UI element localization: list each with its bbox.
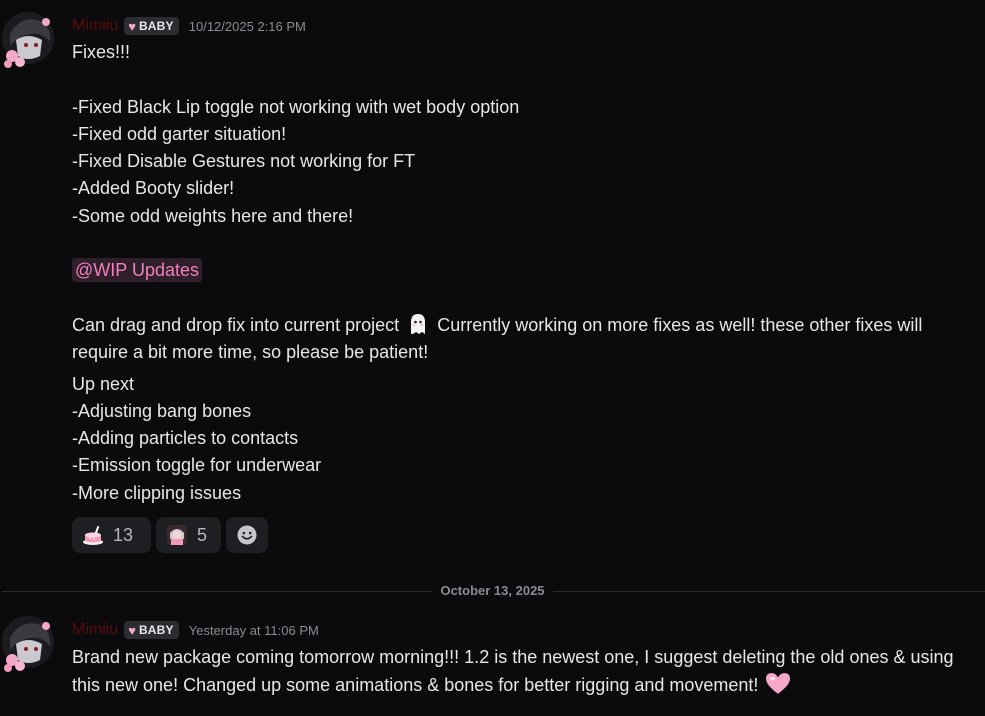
pink-heart-emoji-icon bbox=[766, 673, 791, 695]
cake-emoji-icon bbox=[83, 525, 103, 545]
avatar-image bbox=[2, 616, 54, 672]
timestamp[interactable]: 10/12/2025 2:16 PM bbox=[189, 19, 306, 34]
add-reaction-button[interactable] bbox=[226, 517, 268, 553]
message-line: -Emission toggle for underwear bbox=[72, 455, 322, 476]
message-header: Mimiiu ♥ BABY Yesterday at 11:06 PM bbox=[72, 619, 319, 641]
message-line: -Fixed odd garter situation! bbox=[72, 123, 287, 144]
character-emoji-icon bbox=[167, 525, 187, 545]
heart-icon: ♥ bbox=[128, 622, 136, 638]
message-line bbox=[72, 285, 982, 312]
message-line: @WIP Updates bbox=[72, 257, 982, 284]
role-badge[interactable]: ♥ BABY bbox=[124, 17, 179, 35]
reaction-cake[interactable]: 13 bbox=[72, 517, 151, 553]
message-line bbox=[72, 66, 982, 93]
message-line: -Added Booty slider! bbox=[72, 178, 235, 199]
role-badge[interactable]: ♥ BABY bbox=[124, 621, 179, 639]
avatar-image bbox=[2, 12, 54, 68]
message-text: Brand new package coming tomorrow mornin… bbox=[72, 647, 954, 696]
avatar[interactable] bbox=[2, 12, 54, 68]
smiley-icon bbox=[237, 525, 257, 545]
message-line: Up next bbox=[72, 373, 135, 394]
message-content: Brand new package coming tomorrow mornin… bbox=[72, 644, 972, 700]
message-paragraph: Can drag and drop fix into current proje… bbox=[72, 312, 980, 367]
avatar[interactable] bbox=[2, 616, 54, 672]
message-header: Mimiiu ♥ BABY 10/12/2025 2:16 PM bbox=[72, 15, 306, 37]
message-line: -Fixed Black Lip toggle not working with… bbox=[72, 96, 520, 117]
heart-icon: ♥ bbox=[128, 18, 136, 34]
message-content: Fixes!!! -Fixed Black Lip toggle not wor… bbox=[72, 39, 982, 507]
message-line bbox=[72, 230, 982, 257]
reactions-bar: 13 5 bbox=[72, 517, 268, 553]
message-line: -Fixed Disable Gestures not working for … bbox=[72, 151, 416, 172]
username[interactable]: Mimiiu bbox=[72, 17, 118, 35]
paragraph-text: Can drag and drop fix into current proje… bbox=[72, 314, 400, 335]
message-line: -More clipping issues bbox=[72, 482, 242, 503]
role-mention[interactable]: @WIP Updates bbox=[72, 258, 202, 283]
timestamp[interactable]: Yesterday at 11:06 PM bbox=[189, 623, 319, 638]
ghost-emoji-icon[interactable] bbox=[406, 312, 430, 336]
message-line: -Some odd weights here and there! bbox=[72, 205, 354, 226]
message-line: Fixes!!! bbox=[72, 42, 131, 62]
reaction-count: 13 bbox=[113, 524, 134, 545]
message-line: -Adjusting bang bones bbox=[72, 400, 252, 421]
message-line: -Adding particles to contacts bbox=[72, 428, 299, 449]
reaction-character[interactable]: 5 bbox=[156, 517, 221, 553]
date-divider-line bbox=[2, 591, 985, 592]
reaction-count: 5 bbox=[197, 524, 208, 545]
role-label: BABY bbox=[138, 19, 174, 33]
username[interactable]: Mimiiu bbox=[72, 621, 118, 639]
role-label: BABY bbox=[138, 623, 174, 637]
